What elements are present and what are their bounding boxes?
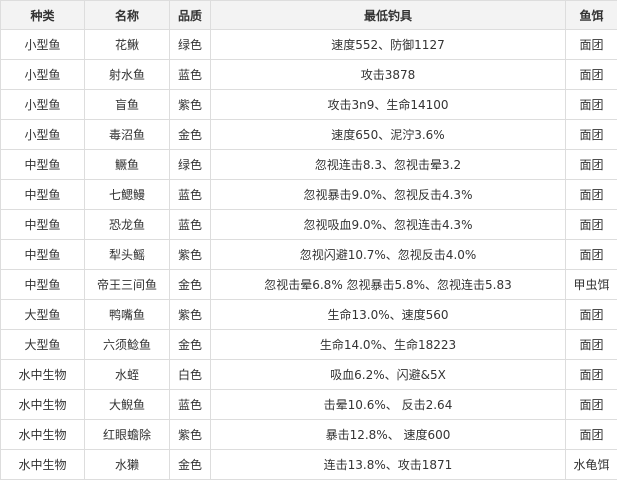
table-row: 水中生物 水獭 金色 连击13.8%、攻击1871 水龟饵 xyxy=(0,449,617,480)
cell-min-gear: 吸血6.2%、闪避&5X xyxy=(210,359,566,390)
cell-bait: 面团 xyxy=(565,29,617,60)
cell-quality: 蓝色 xyxy=(169,179,211,210)
table-row: 中型鱼 帝王三间鱼 金色 忽视击晕6.8% 忽视暴击5.8%、忽视连击5.83 … xyxy=(0,269,617,300)
cell-quality: 绿色 xyxy=(169,29,211,60)
cell-category: 大型鱼 xyxy=(0,299,85,330)
cell-name: 红眼蟾除 xyxy=(84,419,170,450)
header-category: 种类 xyxy=(0,0,85,30)
page: 种类 名称 品质 最低钓具 鱼饵 小型鱼 花鳅 绿色 速度552、防御1127 … xyxy=(0,0,617,481)
cell-quality: 金色 xyxy=(169,119,211,150)
cell-name: 水獭 xyxy=(84,449,170,480)
cell-min-gear: 暴击12.8%、 速度600 xyxy=(210,419,566,450)
cell-bait: 面团 xyxy=(565,149,617,180)
table-row: 中型鱼 恐龙鱼 蓝色 忽视吸血9.0%、忽视连击4.3% 面团 xyxy=(0,209,617,240)
header-min-gear: 最低钓具 xyxy=(210,0,566,30)
cell-bait: 面团 xyxy=(565,209,617,240)
cell-quality: 紫色 xyxy=(169,239,211,270)
cell-bait: 面团 xyxy=(565,299,617,330)
table-row: 中型鱼 犁头鳐 紫色 忽视闪避10.7%、忽视反击4.0% 面团 xyxy=(0,239,617,270)
fish-table: 种类 名称 品质 最低钓具 鱼饵 小型鱼 花鳅 绿色 速度552、防御1127 … xyxy=(0,0,617,480)
cell-quality: 蓝色 xyxy=(169,209,211,240)
cell-quality: 金色 xyxy=(169,329,211,360)
table-row: 大型鱼 鸭嘴鱼 紫色 生命13.0%、速度560 面团 xyxy=(0,299,617,330)
cell-bait: 水龟饵 xyxy=(565,449,617,480)
table-body: 小型鱼 花鳅 绿色 速度552、防御1127 面团 小型鱼 射水鱼 蓝色 攻击3… xyxy=(0,29,617,480)
cell-name: 犁头鳐 xyxy=(84,239,170,270)
header-bait: 鱼饵 xyxy=(565,0,617,30)
cell-category: 中型鱼 xyxy=(0,149,85,180)
table-row: 小型鱼 毒沼鱼 金色 速度650、泥泞3.6% 面团 xyxy=(0,119,617,150)
cell-name: 帝王三间鱼 xyxy=(84,269,170,300)
cell-min-gear: 忽视吸血9.0%、忽视连击4.3% xyxy=(210,209,566,240)
cell-min-gear: 生命13.0%、速度560 xyxy=(210,299,566,330)
cell-category: 中型鱼 xyxy=(0,269,85,300)
cell-bait: 面团 xyxy=(565,239,617,270)
cell-bait: 面团 xyxy=(565,179,617,210)
cell-min-gear: 速度552、防御1127 xyxy=(210,29,566,60)
cell-bait: 面团 xyxy=(565,419,617,450)
cell-name: 毒沼鱼 xyxy=(84,119,170,150)
cell-category: 水中生物 xyxy=(0,449,85,480)
cell-bait: 甲虫饵 xyxy=(565,269,617,300)
cell-min-gear: 忽视连击8.3、忽视击晕3.2 xyxy=(210,149,566,180)
cell-category: 小型鱼 xyxy=(0,29,85,60)
cell-category: 水中生物 xyxy=(0,419,85,450)
cell-name: 盲鱼 xyxy=(84,89,170,120)
cell-quality: 紫色 xyxy=(169,299,211,330)
cell-bait: 面团 xyxy=(565,89,617,120)
cell-category: 中型鱼 xyxy=(0,209,85,240)
table-row: 中型鱼 鳜鱼 绿色 忽视连击8.3、忽视击晕3.2 面团 xyxy=(0,149,617,180)
cell-bait: 面团 xyxy=(565,389,617,420)
cell-category: 小型鱼 xyxy=(0,59,85,90)
cell-quality: 金色 xyxy=(169,449,211,480)
cell-min-gear: 忽视闪避10.7%、忽视反击4.0% xyxy=(210,239,566,270)
cell-name: 水蛭 xyxy=(84,359,170,390)
cell-category: 大型鱼 xyxy=(0,329,85,360)
cell-bait: 面团 xyxy=(565,59,617,90)
cell-min-gear: 速度650、泥泞3.6% xyxy=(210,119,566,150)
cell-name: 射水鱼 xyxy=(84,59,170,90)
cell-category: 水中生物 xyxy=(0,389,85,420)
cell-quality: 紫色 xyxy=(169,89,211,120)
cell-quality: 金色 xyxy=(169,269,211,300)
cell-min-gear: 忽视击晕6.8% 忽视暴击5.8%、忽视连击5.83 xyxy=(210,269,566,300)
table-row: 中型鱼 七鳃鳗 蓝色 忽视暴击9.0%、忽视反击4.3% 面团 xyxy=(0,179,617,210)
cell-quality: 蓝色 xyxy=(169,389,211,420)
table-row: 小型鱼 花鳅 绿色 速度552、防御1127 面团 xyxy=(0,29,617,60)
cell-bait: 面团 xyxy=(565,119,617,150)
cell-bait: 面团 xyxy=(565,329,617,360)
cell-quality: 绿色 xyxy=(169,149,211,180)
cell-min-gear: 连击13.8%、攻击1871 xyxy=(210,449,566,480)
cell-quality: 紫色 xyxy=(169,419,211,450)
cell-min-gear: 攻击3n9、生命14100 xyxy=(210,89,566,120)
cell-min-gear: 击晕10.6%、 反击2.64 xyxy=(210,389,566,420)
cell-name: 鳜鱼 xyxy=(84,149,170,180)
cell-category: 水中生物 xyxy=(0,359,85,390)
cell-quality: 白色 xyxy=(169,359,211,390)
table-row: 水中生物 红眼蟾除 紫色 暴击12.8%、 速度600 面团 xyxy=(0,419,617,450)
cell-category: 中型鱼 xyxy=(0,179,85,210)
table-row: 小型鱼 盲鱼 紫色 攻击3n9、生命14100 面团 xyxy=(0,89,617,120)
cell-name: 鸭嘴鱼 xyxy=(84,299,170,330)
cell-bait: 面团 xyxy=(565,359,617,390)
table-row: 大型鱼 六须鲶鱼 金色 生命14.0%、生命18223 面团 xyxy=(0,329,617,360)
cell-name: 大鲵鱼 xyxy=(84,389,170,420)
header-name: 名称 xyxy=(84,0,170,30)
table-row: 水中生物 水蛭 白色 吸血6.2%、闪避&5X 面团 xyxy=(0,359,617,390)
header-quality: 品质 xyxy=(169,0,211,30)
table-row: 水中生物 大鲵鱼 蓝色 击晕10.6%、 反击2.64 面团 xyxy=(0,389,617,420)
table-row: 小型鱼 射水鱼 蓝色 攻击3878 面团 xyxy=(0,59,617,90)
cell-name: 花鳅 xyxy=(84,29,170,60)
cell-category: 小型鱼 xyxy=(0,89,85,120)
cell-min-gear: 攻击3878 xyxy=(210,59,566,90)
cell-name: 六须鲶鱼 xyxy=(84,329,170,360)
cell-min-gear: 生命14.0%、生命18223 xyxy=(210,329,566,360)
cell-category: 中型鱼 xyxy=(0,239,85,270)
cell-name: 七鳃鳗 xyxy=(84,179,170,210)
cell-category: 小型鱼 xyxy=(0,119,85,150)
cell-min-gear: 忽视暴击9.0%、忽视反击4.3% xyxy=(210,179,566,210)
cell-quality: 蓝色 xyxy=(169,59,211,90)
cell-name: 恐龙鱼 xyxy=(84,209,170,240)
table-header-row: 种类 名称 品质 最低钓具 鱼饵 xyxy=(0,0,617,30)
